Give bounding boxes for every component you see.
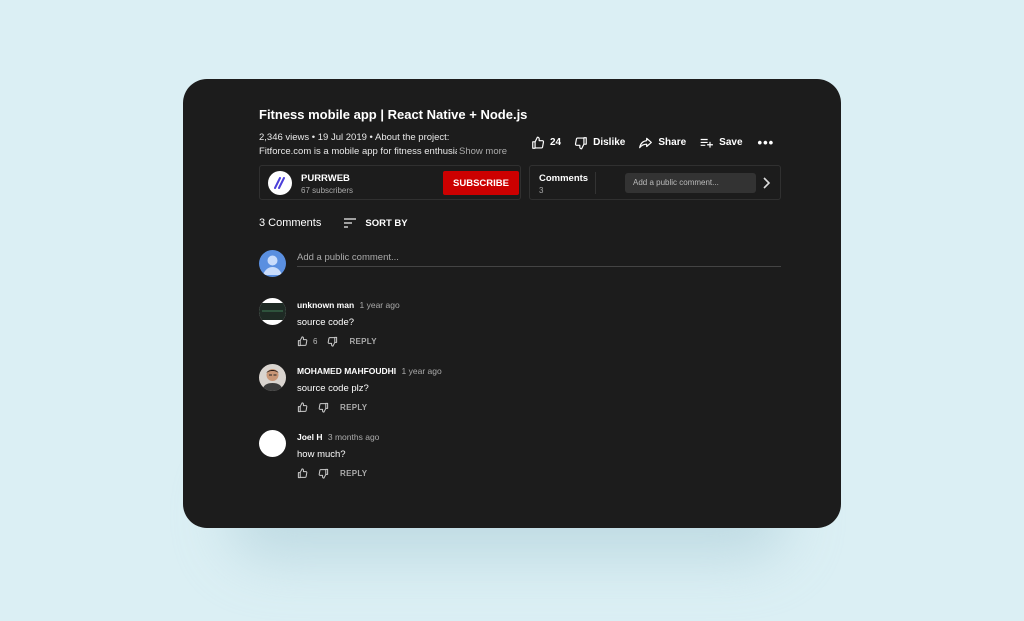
comments-box-input[interactable]: Add a public comment... — [625, 173, 756, 193]
more-actions-button[interactable]: ••• — [758, 135, 775, 150]
share-icon — [639, 137, 653, 148]
avatar — [259, 250, 286, 277]
comments-summary-box[interactable]: Comments 3 Add a public comment... — [529, 165, 781, 200]
sort-by-button[interactable]: SORT BY — [343, 217, 408, 229]
dislike-label: Dislike — [593, 137, 626, 148]
avatar[interactable] — [259, 298, 286, 325]
save-button[interactable]: Save — [699, 136, 743, 150]
video-meta: 2,346 views • 19 Jul 2019 • About the pr… — [259, 132, 450, 143]
video-actions: 24 Dislike Share Save ••• — [531, 135, 787, 150]
thumbs-up-icon — [532, 136, 545, 149]
thumbs-up-icon[interactable] — [297, 336, 308, 347]
comments-box-count: 3 — [539, 186, 544, 195]
sort-by-label: SORT BY — [365, 217, 408, 229]
reply-button[interactable]: REPLY — [349, 337, 376, 346]
comment-timestamp[interactable]: 1 year ago — [360, 300, 400, 310]
comments-box-title: Comments — [539, 173, 589, 184]
reply-button[interactable]: REPLY — [340, 469, 367, 478]
dark-screen-avatar-icon — [259, 303, 286, 320]
comment-author[interactable]: Joel H — [297, 432, 323, 442]
divider — [595, 172, 596, 194]
avatar[interactable] — [259, 364, 286, 391]
subscriber-count: 67 subscribers — [301, 186, 354, 195]
chevron-right-icon[interactable] — [762, 176, 772, 190]
comment-text: source code? — [297, 317, 355, 328]
thumbs-down-icon[interactable] — [318, 402, 329, 413]
comments-header: 3 Comments SORT BY — [259, 217, 408, 229]
subscribe-button[interactable]: SUBSCRIBE — [443, 171, 519, 195]
thumbs-down-icon[interactable] — [327, 336, 338, 347]
comment-count: 3 Comments — [259, 217, 322, 229]
video-description[interactable]: 2,346 views • 19 Jul 2019 • About the pr… — [259, 131, 509, 159]
video-title: Fitness mobile app | React Native + Node… — [259, 107, 528, 122]
video-panel: Fitness mobile app | React Native + Node… — [183, 79, 841, 528]
reply-button[interactable]: REPLY — [340, 403, 367, 412]
thumbs-down-icon — [575, 136, 587, 149]
comment-text: how much? — [297, 449, 346, 460]
thumbs-down-icon[interactable] — [318, 468, 329, 479]
user-avatar-icon — [263, 255, 282, 275]
comment-timestamp[interactable]: 1 year ago — [402, 366, 442, 376]
person-photo-avatar-icon — [262, 369, 283, 391]
share-label: Share — [658, 137, 687, 148]
comment-text: source code plz? — [297, 383, 369, 394]
share-button[interactable]: Share — [638, 136, 686, 150]
thumbs-up-icon[interactable] — [297, 468, 308, 479]
description-snippet: Fitforce.com is a mobile app for fitness… — [259, 146, 457, 157]
add-comment-row: Add a public comment... — [259, 250, 781, 277]
save-label: Save — [719, 137, 743, 148]
like-count: 24 — [550, 137, 562, 148]
sort-icon — [344, 218, 357, 228]
avatar[interactable] — [259, 430, 286, 457]
comment-author[interactable]: unknown man — [297, 300, 354, 310]
purrweb-logo-icon — [274, 177, 285, 189]
show-more-link[interactable]: Show more — [459, 145, 507, 159]
comment-like-count: 6 — [313, 337, 318, 346]
add-to-playlist-icon — [700, 138, 714, 148]
add-comment-input[interactable]: Add a public comment... — [297, 250, 781, 267]
comment-author[interactable]: MOHAMED MAHFOUDHI — [297, 366, 396, 376]
dislike-button[interactable]: Dislike — [574, 136, 625, 150]
comment-timestamp[interactable]: 3 months ago — [328, 432, 380, 442]
thumbs-up-icon[interactable] — [297, 402, 308, 413]
channel-card: PURRWEB 67 subscribers SUBSCRIBE — [259, 165, 521, 200]
channel-name[interactable]: PURRWEB — [301, 173, 350, 184]
like-button[interactable]: 24 — [531, 136, 561, 150]
channel-logo[interactable] — [268, 171, 292, 195]
